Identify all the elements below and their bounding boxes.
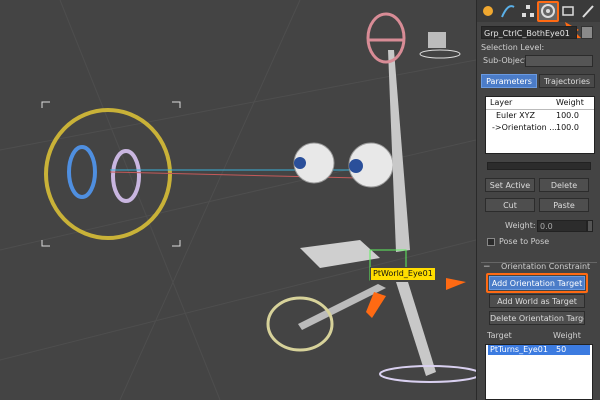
list-item[interactable]: ->Orientation ... 100.0 [486, 122, 594, 134]
delete-orientation-target-button[interactable]: Delete Orientation Target [489, 311, 585, 325]
viewport-scene [0, 0, 476, 400]
paste-button[interactable]: Paste [539, 198, 589, 212]
modify-tab[interactable] [499, 2, 517, 20]
highlight-add-target [486, 273, 588, 293]
layer-list-header: Layer Weight [486, 97, 594, 110]
collapse-icon[interactable]: − [483, 262, 491, 272]
list-item[interactable]: PtTurns_Eye01 50 [488, 345, 590, 355]
selection-level-label: Selection Level: [481, 43, 545, 52]
layer-list[interactable]: Layer Weight Euler XYZ 100.0 ->Orientati… [485, 96, 595, 154]
rollout-title: Orientation Constraint [501, 262, 591, 271]
create-tab[interactable] [479, 2, 497, 20]
cut-button[interactable]: Cut [485, 198, 535, 212]
orientation-constraint-rollout[interactable]: − Orientation Constraint [481, 262, 597, 273]
object-color-swatch[interactable] [581, 26, 593, 39]
highlight-motion-tab [537, 1, 559, 22]
target-list[interactable]: PtTurns_Eye01 50 [485, 344, 593, 400]
layer-name: Euler XYZ [496, 111, 535, 120]
layer-scrollbar[interactable] [487, 162, 591, 170]
delete-button[interactable]: Delete [539, 178, 589, 192]
annotation-arrow-icon [446, 278, 466, 290]
command-panel: Grp_CtrlC_BothEye01 Selection Level: Sub… [476, 0, 600, 400]
target-column-header: Target [487, 331, 512, 340]
layer-column-header: Layer [490, 98, 513, 107]
sub-object-label: Sub-Object [483, 56, 528, 65]
utilities-tab[interactable] [579, 2, 597, 20]
object-name-field[interactable]: Grp_CtrlC_BothEye01 [481, 26, 577, 39]
weight-spinner-arrows[interactable] [587, 220, 593, 232]
list-item[interactable]: Euler XYZ 100.0 [486, 110, 594, 122]
hierarchy-tab[interactable] [519, 2, 537, 20]
weight-column-header: Weight [556, 98, 584, 107]
add-world-as-target-button[interactable]: Add World as Target [489, 294, 585, 308]
display-tab[interactable] [559, 2, 577, 20]
eyeballs[interactable] [293, 142, 394, 188]
weight-spinner[interactable]: 0.0 [537, 220, 587, 232]
weight-label: Weight: [505, 221, 536, 230]
target-weight: 50 [556, 345, 567, 354]
layer-name: ->Orientation ... [492, 123, 557, 132]
pose-to-pose-checkbox[interactable] [487, 238, 495, 246]
target-weight-column-header: Weight [553, 331, 581, 340]
top-control[interactable] [366, 12, 461, 64]
set-active-button[interactable]: Set Active [485, 178, 535, 192]
layer-weight: 100.0 [556, 111, 579, 120]
pose-to-pose-label: Pose to Pose [499, 237, 550, 246]
target-label: PtWorld_Eye01 [370, 267, 436, 281]
target-name: PtTurns_Eye01 [490, 345, 548, 354]
layer-weight: 100.0 [556, 123, 579, 132]
parameters-tab[interactable]: Parameters [481, 74, 537, 88]
perspective-viewport[interactable]: PtWorld_Eye01 [0, 0, 476, 400]
sub-object-dropdown[interactable] [525, 55, 593, 67]
trajectories-tab[interactable]: Trajectories [539, 74, 595, 88]
